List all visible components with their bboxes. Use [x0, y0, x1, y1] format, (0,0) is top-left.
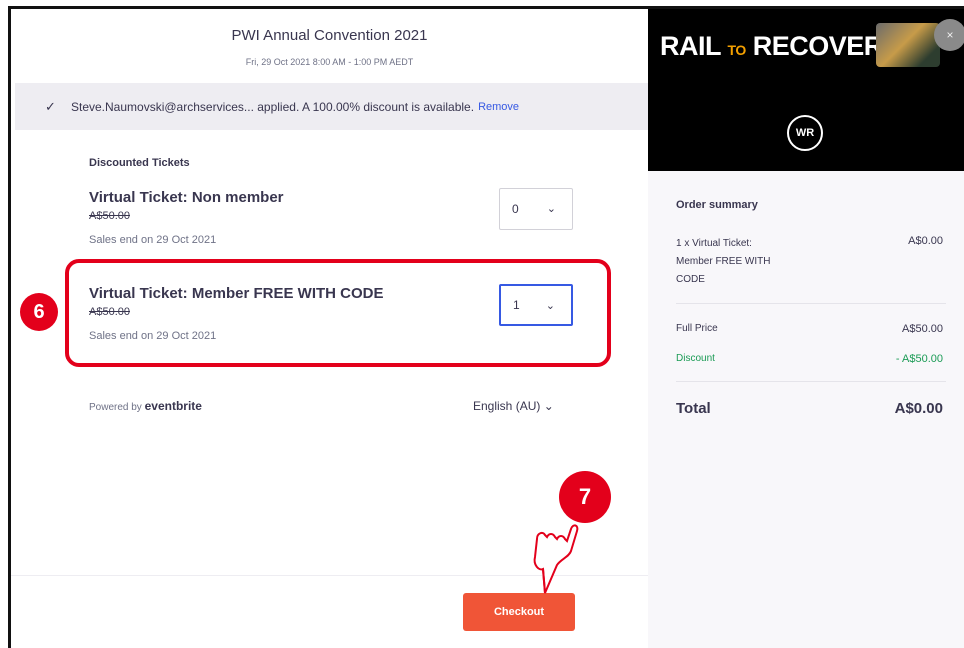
language-label: English (AU) — [473, 399, 541, 413]
chevron-down-icon: ⌄ — [546, 203, 556, 215]
summary-line-item: 1 x Virtual Ticket: Member FREE WITH COD… — [676, 238, 771, 285]
summary-line-amount: A$0.00 — [908, 235, 943, 247]
divider — [676, 381, 946, 382]
chevron-down-icon: ⌄ — [543, 399, 554, 413]
checkout-button[interactable]: Checkout — [463, 593, 575, 631]
step-badge-7: 7 — [559, 471, 611, 523]
quantity-value: 0 — [512, 202, 519, 216]
powered-by: Powered by eventbrite — [89, 399, 202, 413]
order-summary-panel: RAIL TO RECOVERY × WR Order summary 1 x … — [648, 9, 964, 648]
full-price-label: Full Price — [676, 323, 718, 334]
event-title: PWI Annual Convention 2021 — [231, 27, 428, 44]
event-banner: RAIL TO RECOVERY × WR — [648, 9, 964, 171]
language-selector[interactable]: English (AU) ⌄ — [473, 399, 554, 413]
remove-promo-link[interactable]: Remove — [478, 101, 519, 113]
highlight-box — [65, 259, 611, 367]
checkout-modal: PWI Annual Convention 2021 Fri, 29 Oct 2… — [8, 6, 964, 648]
total-label: Total — [676, 400, 711, 417]
close-button[interactable]: × — [934, 19, 964, 51]
check-icon: ✓ — [45, 98, 56, 114]
banner-title: RAIL TO RECOVERY — [660, 31, 900, 62]
full-price-amount: A$50.00 — [902, 323, 943, 335]
promo-banner: ✓ Steve.Naumovski@archservices... applie… — [15, 83, 648, 130]
eventbrite-logo: eventbrite — [144, 399, 202, 413]
discount-label: Discount — [676, 353, 715, 364]
discount-amount: - A$50.00 — [895, 353, 943, 365]
banner-title-rail: RAIL — [660, 31, 721, 61]
banner-title-to: TO — [727, 42, 747, 58]
powered-prefix: Powered by — [89, 402, 142, 413]
step-badge-6: 6 — [20, 293, 58, 331]
order-summary-title: Order summary — [676, 199, 758, 211]
event-datetime: Fri, 29 Oct 2021 8:00 AM - 1:00 PM AEDT — [245, 57, 414, 67]
ticket-sales-end: Sales end on 29 Oct 2021 — [89, 234, 217, 246]
banner-photo — [876, 23, 940, 67]
total-amount: A$0.00 — [894, 400, 943, 417]
organizer-logo: WR — [787, 115, 823, 151]
section-heading: Discounted Tickets — [89, 157, 190, 169]
ticket-panel: PWI Annual Convention 2021 Fri, 29 Oct 2… — [11, 9, 648, 648]
promo-message: Steve.Naumovski@archservices... applied.… — [71, 99, 475, 114]
quantity-select-non-member[interactable]: 0 ⌄ — [499, 188, 573, 230]
divider — [676, 303, 946, 304]
